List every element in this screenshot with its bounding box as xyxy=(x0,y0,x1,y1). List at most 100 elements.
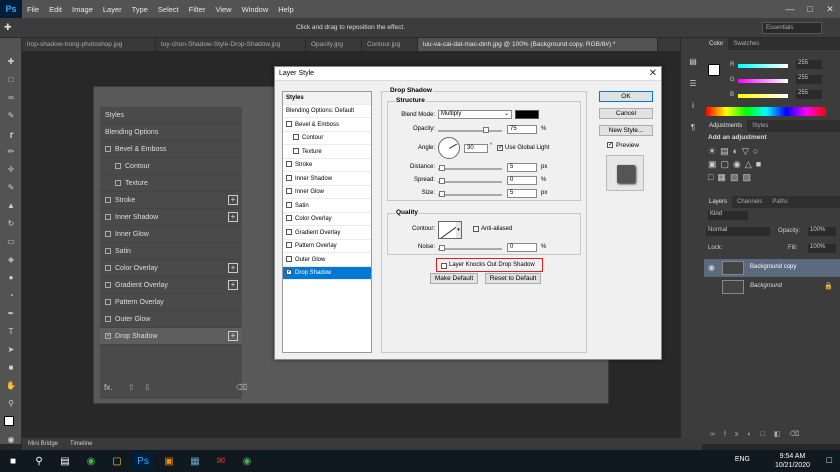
style-checkbox[interactable] xyxy=(286,188,292,195)
menu-window[interactable]: Window xyxy=(237,5,274,14)
adjustment-icons[interactable]: ☀▤◐▽○ ▣▢◉△■ □▦▧▨ xyxy=(708,145,828,185)
tab-channels[interactable]: Channels xyxy=(732,196,767,208)
foreground-color-icon[interactable] xyxy=(4,416,14,426)
opacity-slider-thumb[interactable] xyxy=(483,127,489,133)
menu-image[interactable]: Image xyxy=(67,5,98,14)
style-item[interactable]: Stroke xyxy=(283,159,371,172)
history-brush-icon[interactable]: ↻ xyxy=(5,218,17,230)
contour-picker[interactable]: ▾ xyxy=(438,221,462,239)
tab-mini-bridge[interactable]: Mini Bridge xyxy=(22,438,64,450)
style-checkbox[interactable] xyxy=(286,242,292,249)
chrome-icon[interactable]: ◉ xyxy=(80,452,102,470)
layer-row[interactable]: ◉ Background copy xyxy=(704,259,840,277)
maximize-icon[interactable]: □ xyxy=(800,0,820,18)
g-slider[interactable] xyxy=(738,79,788,83)
tab-layers[interactable]: Layers xyxy=(704,196,733,208)
layer-blend-select[interactable]: Normal xyxy=(706,227,770,236)
menu-file[interactable]: File xyxy=(22,5,44,14)
b-value[interactable]: 255 xyxy=(796,90,822,99)
menu-edit[interactable]: Edit xyxy=(44,5,67,14)
photoshop-taskbar-icon[interactable]: Ps xyxy=(132,452,154,470)
reset-default-button[interactable]: Reset to Default xyxy=(485,273,541,284)
close-icon[interactable]: ✕ xyxy=(820,0,840,18)
ok-button[interactable]: OK xyxy=(599,91,653,102)
tab-shadow-style[interactable]: tuy-chon-Shadow-Style-Drop-Shadow.jpg xyxy=(156,38,306,51)
pen-icon[interactable]: ✒ xyxy=(5,308,17,320)
style-checkbox[interactable] xyxy=(286,215,292,222)
lasso-icon[interactable]: ∞ xyxy=(5,92,17,104)
style-item[interactable]: Inner Glow xyxy=(283,186,371,199)
eraser-icon[interactable]: ▭ xyxy=(5,236,17,248)
style-item[interactable]: Outer Glow xyxy=(283,254,371,267)
tab-color[interactable]: Color xyxy=(704,38,729,50)
mail-taskbar-icon[interactable]: ✉ xyxy=(210,452,232,470)
notes-taskbar-icon[interactable]: ▦ xyxy=(184,452,206,470)
zoom-icon[interactable]: ⚲ xyxy=(5,398,17,410)
workspace-select[interactable]: Essentials xyxy=(762,22,822,34)
paint-bucket-icon[interactable]: ◈ xyxy=(5,254,17,266)
distance-slider-thumb[interactable] xyxy=(439,165,445,171)
new-style-button[interactable]: New Style... xyxy=(599,125,653,136)
tab-swatches[interactable]: Swatches xyxy=(728,38,764,50)
layer-action-icons[interactable]: ∞fx◐□◧⌫ xyxy=(704,430,840,442)
marquee-icon[interactable]: □ xyxy=(5,74,17,86)
opacity-field[interactable]: 75 xyxy=(507,125,537,134)
style-checkbox[interactable] xyxy=(293,134,299,141)
menu-help[interactable]: Help xyxy=(273,5,298,14)
tab-contour[interactable]: Contour.jpg xyxy=(362,38,418,51)
brush-icon[interactable]: ✎ xyxy=(5,182,17,194)
menu-type[interactable]: Type xyxy=(127,5,153,14)
r-value[interactable]: 255 xyxy=(796,60,822,69)
styles-header[interactable]: Styles xyxy=(283,92,371,105)
g-value[interactable]: 255 xyxy=(796,75,822,84)
taskbar-clock[interactable]: 9:54 AM 10/21/2020 xyxy=(775,452,810,470)
blend-mode-select[interactable]: Multiply ⌄ xyxy=(438,110,512,119)
crop-icon[interactable]: ┏ xyxy=(5,128,17,140)
noise-slider-thumb[interactable] xyxy=(439,245,445,251)
noise-slider[interactable] xyxy=(438,248,502,250)
color-spectrum[interactable] xyxy=(706,107,826,116)
distance-slider[interactable] xyxy=(438,168,502,170)
angle-dial[interactable] xyxy=(438,137,460,159)
size-slider-thumb[interactable] xyxy=(439,191,445,197)
antialiased-checkbox[interactable] xyxy=(473,226,479,232)
file-explorer-icon[interactable]: ▢ xyxy=(106,452,128,470)
fill-value[interactable]: 100% xyxy=(808,244,836,253)
chrome-2-icon[interactable]: ◉ xyxy=(236,452,258,470)
cancel-button[interactable]: Cancel xyxy=(599,108,653,119)
size-slider[interactable] xyxy=(438,194,502,196)
angle-field[interactable]: 30 xyxy=(464,144,488,153)
close-icon[interactable]: ✕ xyxy=(649,68,657,79)
task-view-icon[interactable]: ▤ xyxy=(54,452,76,470)
path-select-icon[interactable]: ➤ xyxy=(5,344,17,356)
layer-filter-kind[interactable]: Kind xyxy=(708,211,748,220)
style-item[interactable]: Texture xyxy=(283,146,371,159)
move-icon[interactable]: ✚ xyxy=(5,56,17,68)
shadow-color-swatch[interactable] xyxy=(515,110,539,119)
r-slider[interactable] xyxy=(738,64,788,68)
b-slider[interactable] xyxy=(738,94,788,98)
blur-icon[interactable]: ● xyxy=(5,272,17,284)
distance-field[interactable]: 5 xyxy=(507,163,537,172)
style-checkbox[interactable] xyxy=(286,255,292,262)
style-checkbox[interactable]: ✓ xyxy=(286,269,292,276)
dodge-icon[interactable]: ◔ xyxy=(5,290,17,302)
info-icon[interactable]: i xyxy=(687,100,699,112)
tab-opacity[interactable]: Opacity.jpg xyxy=(306,38,362,51)
opacity-slider[interactable] xyxy=(438,130,502,132)
healing-icon[interactable]: ✛ xyxy=(5,164,17,176)
eye-icon[interactable]: ◉ xyxy=(708,263,715,272)
tab-timeline[interactable]: Timeline xyxy=(64,438,98,450)
spread-field[interactable]: 0 xyxy=(507,176,537,185)
stamp-icon[interactable]: ▲ xyxy=(5,200,17,212)
shape-icon[interactable]: ■ xyxy=(5,362,17,374)
style-item[interactable]: Satin xyxy=(283,200,371,213)
make-default-button[interactable]: Make Default xyxy=(430,273,478,284)
style-item[interactable]: ✓ Drop Shadow xyxy=(283,267,371,280)
menu-filter[interactable]: Filter xyxy=(184,5,211,14)
noise-field[interactable]: 0 xyxy=(507,243,537,252)
fg-color-swatch[interactable] xyxy=(708,64,720,76)
preview-checkbox[interactable]: ✓ xyxy=(607,142,613,148)
style-checkbox[interactable] xyxy=(286,201,292,208)
style-checkbox[interactable] xyxy=(286,161,292,168)
